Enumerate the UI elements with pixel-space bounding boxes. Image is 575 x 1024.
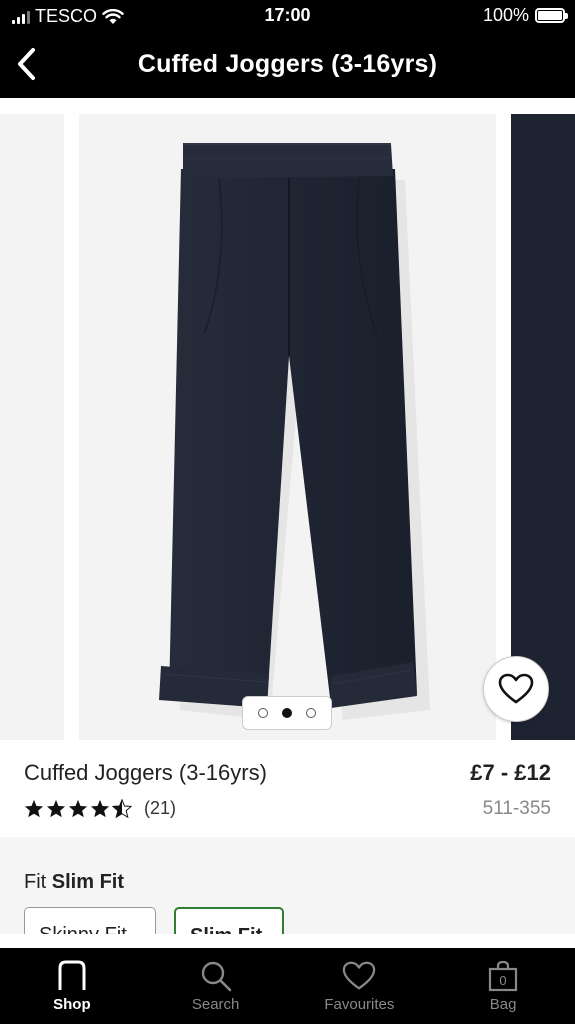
heart-icon — [343, 961, 376, 990]
tab-search-label: Search — [191, 996, 240, 1013]
fit-selector: Fit Slim Fit Skinny Fit Slim Fit — [0, 837, 575, 934]
tab-search[interactable]: Search — [144, 948, 288, 1024]
rating-count[interactable]: (21) — [144, 798, 176, 819]
tab-bag-label: Bag — [489, 996, 517, 1013]
product-image[interactable] — [79, 114, 496, 740]
product-name: Cuffed Joggers (3-16yrs) — [24, 760, 267, 785]
tab-bar: Shop Search Favourites 0 Bag — [0, 948, 575, 1024]
next-logo-icon — [58, 960, 86, 990]
tab-bag[interactable]: 0 Bag — [431, 948, 575, 1024]
product-image-carousel[interactable] — [0, 98, 575, 740]
star-rating[interactable]: (21) — [24, 798, 176, 819]
search-icon — [201, 961, 231, 992]
battery-percent: 100% — [482, 5, 529, 25]
fit-label-text: Fit — [24, 871, 47, 893]
nav-header: Cuffed Joggers (3-16yrs) — [0, 32, 575, 98]
fit-option-skinny[interactable]: Skinny Fit — [24, 907, 156, 934]
battery-icon — [535, 8, 568, 23]
product-info: Cuffed Joggers (3-16yrs) £7 - £12 (21) 5… — [0, 740, 575, 837]
fit-label: Fit Slim Fit — [24, 871, 124, 894]
star-icon — [68, 799, 88, 818]
star-half-icon — [112, 799, 132, 818]
star-icon — [24, 799, 44, 818]
joggers-illustration — [159, 143, 430, 720]
bag-icon: 0 — [489, 960, 518, 992]
add-to-favourites-button[interactable] — [483, 656, 549, 722]
divider — [0, 934, 575, 948]
tab-shop-label: Shop — [53, 996, 91, 1013]
carousel-next-image[interactable] — [511, 114, 575, 740]
pager-dot[interactable] — [258, 708, 268, 718]
carousel-prev-image[interactable] — [0, 114, 64, 740]
product-code: 511-355 — [482, 798, 551, 819]
product-price: £7 - £12 — [470, 760, 551, 785]
star-icon — [46, 799, 66, 818]
status-bar: TESCO 17:00 100% — [0, 0, 575, 32]
fit-option-slim[interactable]: Slim Fit — [174, 907, 284, 934]
bag-count: 0 — [500, 973, 507, 988]
tab-favourites[interactable]: Favourites — [288, 948, 432, 1024]
pager-dot[interactable] — [306, 708, 316, 718]
page-title: Cuffed Joggers (3-16yrs) — [137, 50, 438, 78]
carousel-pager — [242, 696, 332, 730]
star-icon — [90, 799, 110, 818]
tab-favourites-label: Favourites — [324, 996, 395, 1013]
fit-selected-value: Slim Fit — [51, 871, 125, 893]
tab-shop[interactable]: Shop — [0, 948, 144, 1024]
heart-icon — [498, 673, 534, 704]
pager-dot-active[interactable] — [282, 708, 292, 718]
